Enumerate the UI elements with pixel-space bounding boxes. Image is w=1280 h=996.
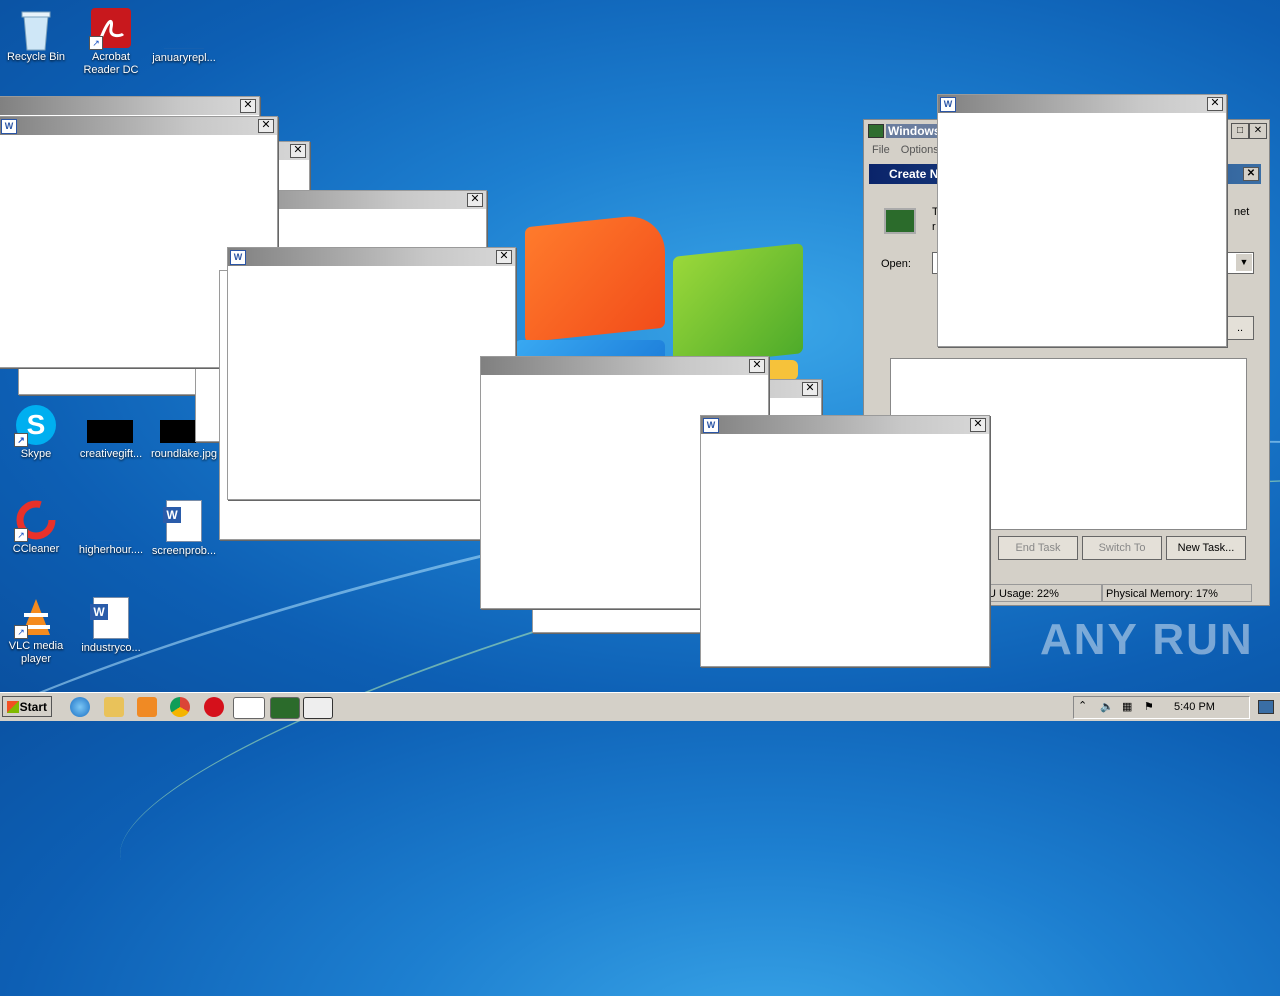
- close-button[interactable]: ✕: [1249, 123, 1267, 139]
- desktop-icon-acrobat[interactable]: ↗ Acrobat Reader DC: [75, 8, 147, 77]
- close-icon[interactable]: ✕: [290, 144, 306, 158]
- desktop-icon-ccleaner[interactable]: ↗ CCleaner: [0, 500, 72, 556]
- desktop-icon-higherhour[interactable]: higherhour....: [75, 500, 147, 557]
- close-icon[interactable]: ✕: [258, 119, 274, 133]
- end-task-button[interactable]: End Task: [998, 536, 1078, 560]
- task-manager-taskbar-icon[interactable]: [270, 697, 300, 719]
- desktop-icon-industryco[interactable]: W industryco...: [75, 597, 147, 655]
- explorer-icon[interactable]: [104, 697, 124, 717]
- show-desktop-button[interactable]: [1258, 700, 1274, 714]
- task-manager-menu: File Options: [872, 144, 947, 156]
- word-taskbar-icon[interactable]: [233, 697, 265, 719]
- task-manager-title: Windows: [886, 124, 943, 138]
- switch-to-button[interactable]: Switch To: [1082, 536, 1162, 560]
- skype-icon: S ↗: [14, 405, 56, 447]
- windows-logo-wallpaper: [515, 212, 815, 380]
- menu-options[interactable]: Options: [901, 144, 939, 156]
- maximize-button[interactable]: □: [1231, 123, 1249, 139]
- cpu-usage-status: U Usage: 22%: [984, 584, 1102, 602]
- close-icon[interactable]: ✕: [802, 382, 818, 396]
- network-icon[interactable]: ▦: [1122, 700, 1132, 713]
- image-file-icon: [87, 405, 133, 445]
- close-icon[interactable]: ✕: [970, 418, 986, 432]
- file-icon: [91, 500, 131, 541]
- ie-icon[interactable]: [70, 697, 90, 717]
- recycle-bin-icon: [16, 8, 56, 51]
- menu-file[interactable]: File: [872, 144, 890, 156]
- open-dropdown-button[interactable]: ▼: [1236, 254, 1252, 271]
- blank-window-10[interactable]: W ✕: [937, 94, 1227, 347]
- browse-button-partial[interactable]: ..: [1226, 316, 1254, 340]
- memory-status: Physical Memory: 17%: [1102, 584, 1252, 602]
- close-icon[interactable]: ✕: [467, 193, 483, 207]
- blank-window-1[interactable]: ✕: [0, 96, 260, 118]
- word-icon: W: [703, 418, 719, 433]
- run-dialog-text-1-end: net: [1234, 206, 1250, 218]
- chrome-icon[interactable]: [170, 697, 190, 717]
- desktop-icon-recycle-bin[interactable]: Recycle Bin: [0, 8, 72, 64]
- clock[interactable]: 5:40 PM: [1174, 701, 1215, 713]
- new-task-button[interactable]: New Task...: [1166, 536, 1246, 560]
- anyrun-watermark: ANY RUN: [1040, 615, 1254, 664]
- volume-icon[interactable]: 🔈: [1100, 700, 1114, 713]
- word-icon: W: [1, 119, 17, 134]
- task-manager-icon: [868, 124, 884, 138]
- start-button[interactable]: Start: [2, 696, 52, 717]
- blank-window-6[interactable]: W ✕: [227, 247, 516, 500]
- close-icon[interactable]: ✕: [749, 359, 765, 373]
- run-taskbar-icon[interactable]: [303, 697, 333, 719]
- create-new-task-close-button[interactable]: ✕: [1243, 167, 1259, 181]
- blank-window-9[interactable]: W ✕: [700, 415, 990, 667]
- media-player-icon[interactable]: [137, 697, 157, 717]
- windows-flag-icon: [7, 701, 19, 713]
- flag-icon[interactable]: ⚑: [1144, 700, 1154, 713]
- file-icon: [164, 8, 204, 49]
- taskbar: Start ⌃ 🔈 ▦ ⚑ 5:40 PM: [0, 692, 1280, 721]
- opera-icon[interactable]: [204, 697, 224, 717]
- run-dialog-icon: [884, 208, 916, 234]
- desktop-icon-januaryrepl[interactable]: januaryrepl...: [148, 8, 220, 65]
- word-icon: W: [230, 250, 246, 265]
- desktop-icon-vlc[interactable]: ↗ VLC media player: [0, 597, 72, 666]
- ccleaner-icon: ↗: [14, 500, 56, 542]
- close-icon[interactable]: ✕: [496, 250, 512, 264]
- word-doc-icon: W: [90, 597, 129, 639]
- desktop-icon-creativegift[interactable]: creativegift...: [75, 405, 147, 461]
- vlc-icon: ↗: [14, 597, 56, 639]
- close-icon[interactable]: ✕: [240, 99, 256, 113]
- start-label: Start: [19, 700, 47, 714]
- system-tray: ⌃ 🔈 ▦ ⚑ 5:40 PM: [1073, 696, 1250, 719]
- word-doc-icon: W: [163, 500, 202, 542]
- acrobat-icon: ↗: [89, 8, 131, 50]
- desktop-icon-screenprob[interactable]: W screenprob...: [148, 500, 220, 558]
- run-dialog-text-2: r: [932, 221, 936, 233]
- open-label: Open:: [881, 258, 911, 270]
- close-icon[interactable]: ✕: [1207, 97, 1223, 111]
- word-icon: W: [940, 97, 956, 112]
- desktop-icon-skype[interactable]: S ↗ Skype: [0, 405, 72, 461]
- chevron-up-icon[interactable]: ⌃: [1078, 699, 1087, 712]
- create-new-task-title: Create N: [889, 167, 939, 181]
